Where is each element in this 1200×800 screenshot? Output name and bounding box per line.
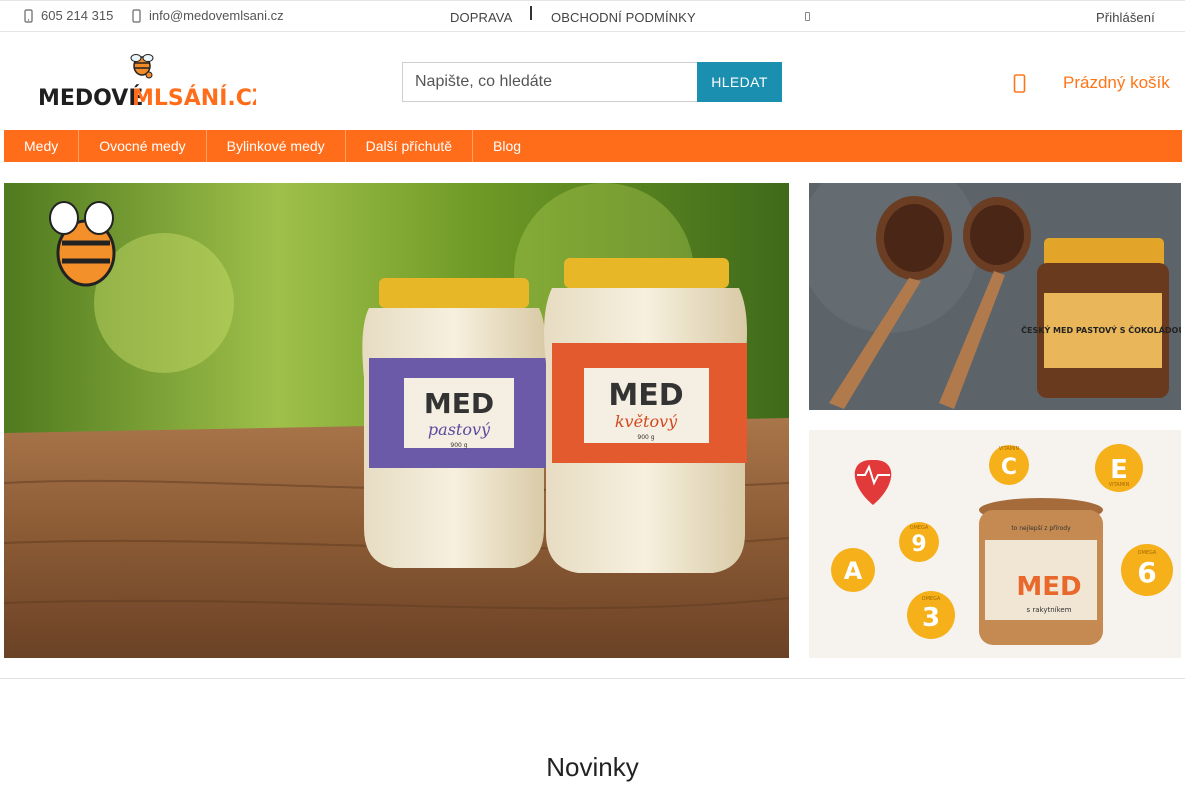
site-logo[interactable]: MEDOVÉ MLSÁNÍ.CZ — [36, 53, 268, 113]
search-bar: HLEDAT — [402, 62, 782, 102]
jar2-sub: květový — [615, 412, 678, 431]
nav-item-ovocne-medy[interactable]: Ovocné medy — [79, 130, 207, 162]
jar2-weight: 900 g — [637, 434, 654, 441]
vitamin-e-letter: E — [1110, 455, 1128, 485]
nav-item-medy[interactable]: Medy — [4, 130, 80, 162]
vitamin-e-word: VITAMIN — [1109, 482, 1130, 488]
cart[interactable]: Prázdný košík — [1013, 72, 1170, 94]
sea-buckthorn-jar-label: MED — [1016, 572, 1081, 602]
vitamin-c-word: VITAMIN — [999, 446, 1020, 452]
omega-6-badge: 6OMEGA — [1121, 544, 1173, 596]
cart-label: Prázdný košík — [1063, 73, 1170, 92]
logo-text-part1: MEDOVÉ — [38, 85, 143, 111]
vitamin-a-badge: A — [831, 548, 875, 592]
jar1-weight: 900 g — [450, 442, 467, 449]
chocolate-honey-jar: ČESKÝ MED PASTOVÝ S ČOKOLÁDOU — [1021, 238, 1181, 398]
topbar-separator — [530, 6, 532, 20]
omega-9-word: OMEGA — [910, 525, 929, 531]
phone-icon — [24, 8, 33, 23]
jar2-label: MED — [608, 378, 683, 413]
search-input[interactable] — [402, 62, 697, 102]
vitamin-honey-banner[interactable]: C VITAMIN E VITAMIN A 9 OMEGA 3 OMEGA 6 OMEGA… — [809, 430, 1181, 658]
logo-text-part2: MLSÁNÍ.CZ — [132, 85, 256, 111]
vitamin-c-letter: C — [1001, 455, 1017, 480]
omega-3-number: 3 — [922, 603, 940, 633]
main-navigation: Medy Ovocné medy Bylinkové medy Další př… — [4, 130, 1182, 162]
omega-6-word: OMEGA — [1138, 550, 1157, 556]
top-bar: 605 214 315 info@medovemlsani.cz DOPRAVA… — [0, 0, 1185, 32]
shipping-link[interactable]: DOPRAVA — [450, 10, 512, 25]
omega-9-number: 9 — [911, 532, 926, 557]
honey-jar-kvetovy: MED květový 900 g — [544, 258, 747, 573]
omega-9-badge: 9OMEGA — [899, 522, 939, 562]
phone-number: 605 214 315 — [41, 8, 114, 23]
omega-6-number: 6 — [1137, 556, 1156, 589]
omega-3-word: OMEGA — [922, 596, 941, 602]
email-contact[interactable]: info@medovemlsani.cz — [132, 8, 284, 23]
vitamin-c-badge: C VITAMIN — [989, 445, 1029, 485]
nav-item-blog[interactable]: Blog — [473, 130, 541, 162]
chocolate-honey-banner[interactable]: ČESKÝ MED PASTOVÝ S ČOKOLÁDOU — [809, 183, 1181, 410]
nav-item-dalsi-prichute[interactable]: Další příchutě — [346, 130, 474, 162]
sea-buckthorn-jar-sub: s rakytníkem — [1026, 606, 1071, 614]
terms-link[interactable]: OBCHODNÍ PODMÍNKY — [551, 10, 696, 25]
phone-contact[interactable]: 605 214 315 — [24, 8, 113, 23]
omega-3-badge: 3OMEGA — [907, 591, 955, 639]
bee-icon — [130, 54, 154, 79]
section-divider — [0, 678, 1185, 679]
email-address: info@medovemlsani.cz — [149, 8, 284, 23]
sea-buckthorn-jar-top: to nejlepší z přírody — [1011, 525, 1071, 532]
nav-item-bylinkove-medy[interactable]: Bylinkové medy — [207, 130, 346, 162]
sea-buckthorn-honey-jar: to nejlepší z přírody MED s rakytníkem — [979, 498, 1103, 645]
jar1-label: MED — [424, 387, 494, 420]
main-banner[interactable]: MED pastový 900 g MED květový 900 g — [4, 183, 789, 658]
cart-icon — [1013, 74, 1026, 93]
vitamin-a-letter: A — [844, 557, 863, 585]
honey-jar-pastovy: MED pastový 900 g — [362, 278, 549, 568]
email-icon — [132, 8, 141, 23]
chocolate-jar-label: ČESKÝ MED PASTOVÝ S ČOKOLÁDOU — [1021, 324, 1181, 335]
jar1-sub: pastový — [428, 420, 491, 439]
search-button[interactable]: HLEDAT — [697, 62, 782, 102]
login-link[interactable]: Přihlášení — [1096, 10, 1155, 25]
section-title: Novinky — [546, 752, 639, 782]
small-icon — [805, 12, 810, 21]
vitamin-e-badge: EVITAMIN — [1095, 444, 1143, 492]
